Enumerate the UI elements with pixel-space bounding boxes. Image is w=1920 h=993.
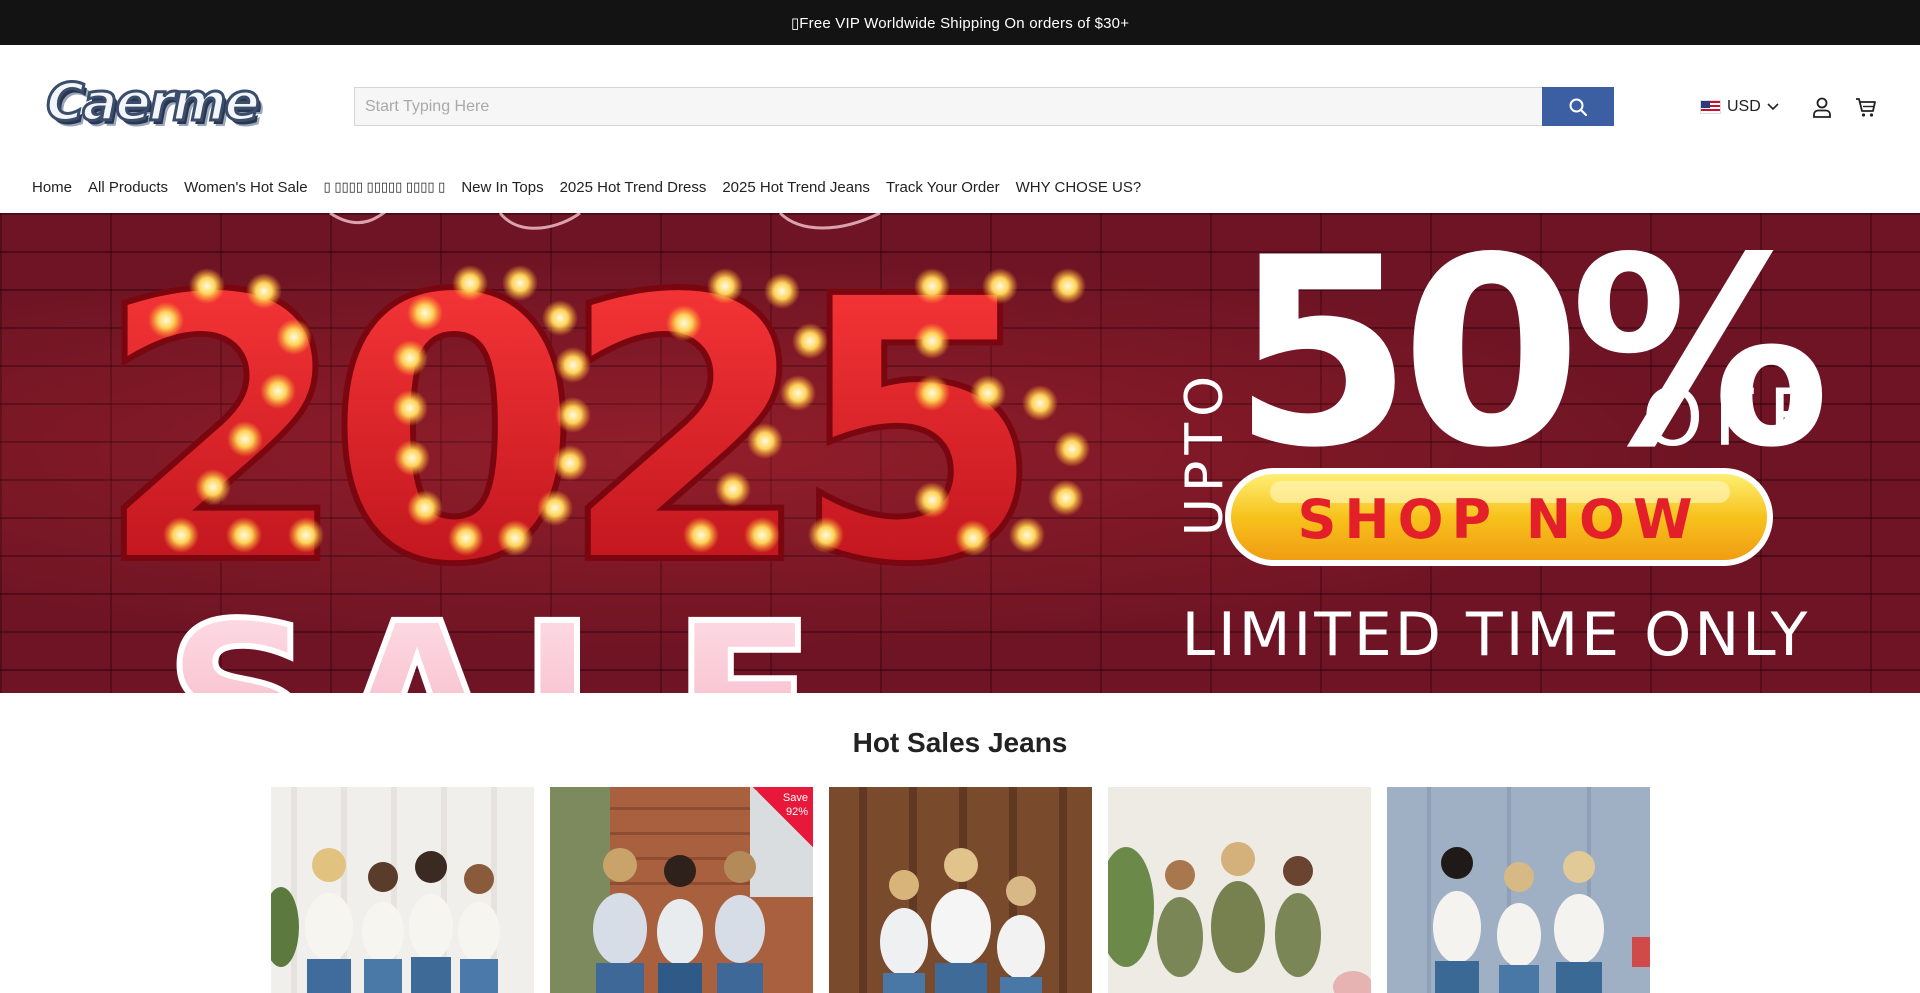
announcement-bar: ▯Free VIP Worldwide Shipping On orders o… [0,0,1920,45]
search-icon [1569,98,1588,116]
main-nav: Home All Products Women's Hot Sale ▯ ▯▯▯… [32,179,1157,201]
user-icon [1813,97,1831,118]
cart-icon [1856,98,1876,117]
chevron-down-icon [1767,103,1779,111]
shop-now-button[interactable]: SHOP NOW [1225,468,1773,566]
hero-graphic: SALE 2025 [92,213,1838,693]
cart-button[interactable] [1852,93,1880,121]
save-badge-label: Save [782,792,808,804]
product-photo [1108,787,1371,993]
nav-item-all-products[interactable]: All Products [88,179,168,201]
section-title: Hot Sales Jeans [852,727,1068,758]
nav-item-hot-trend-jeans[interactable]: 2025 Hot Trend Jeans [722,179,870,201]
product-card[interactable] [1387,787,1650,993]
currency-label: USD [1727,98,1761,115]
nav-item-track-order[interactable]: Track Your Order [886,179,1000,201]
hero-off-text: OFF [1642,374,1823,464]
hero-tagline-text: LIMITED TIME ONLY [1182,600,1811,670]
nav-item-why-chose-us[interactable]: WHY CHOSE US? [1016,179,1142,201]
nav-item-womens-hot-sale[interactable]: Women's Hot Sale [184,179,307,201]
product-card[interactable] [271,787,534,993]
product-photo [271,787,534,993]
product-photo [829,787,1092,993]
account-button[interactable] [1808,93,1836,121]
announcement-text: ▯Free VIP Worldwide Shipping On orders o… [790,14,1130,32]
shop-now-label: SHOP NOW [1297,488,1700,551]
site-header: Caerme USD Home All Pro [0,45,1920,213]
nav-item-home[interactable]: Home [32,179,72,201]
search-bar [354,87,1614,126]
nav-item-new-in-tops[interactable]: New In Tops [461,179,543,201]
currency-selector[interactable]: USD [1700,95,1779,119]
product-grid: Save 92% [271,787,1650,993]
logo-text: Caerme [45,72,262,135]
site-logo[interactable]: Caerme [45,72,262,135]
us-flag-icon [1700,100,1721,114]
product-photo [1387,787,1650,993]
save-badge-percent: 92% [785,806,808,818]
product-card[interactable] [829,787,1092,993]
nav-item-hot-trend-dress[interactable]: 2025 Hot Trend Dress [560,179,707,201]
product-card[interactable] [1108,787,1371,993]
save-badge: Save 92% [753,787,813,847]
nav-item-special[interactable]: ▯ ▯▯▯▯ ▯▯▯▯▯ ▯▯▯▯ ▯ [324,179,446,201]
product-card[interactable]: Save 92% [550,787,813,993]
search-input[interactable] [354,87,1542,126]
search-button[interactable] [1542,87,1614,126]
hero-banner[interactable]: SALE 2025 [0,213,1920,693]
